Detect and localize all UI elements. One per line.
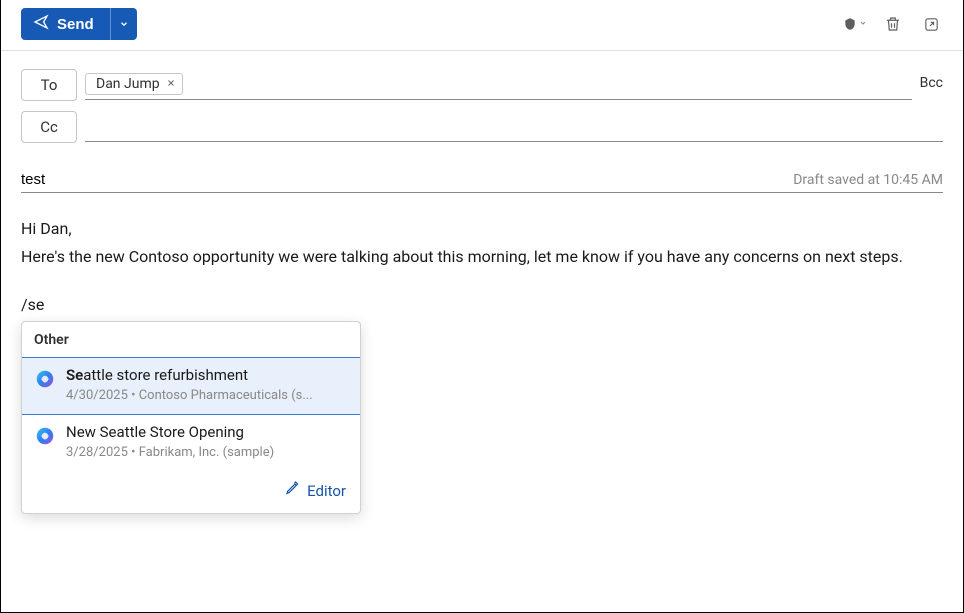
to-field[interactable]: Dan Jump — [85, 70, 912, 100]
popout-button[interactable] — [919, 12, 943, 36]
subject-row: Draft saved at 10:45 AM — [21, 167, 943, 193]
body-paragraph: Here's the new Contoso opportunity we we… — [21, 245, 943, 269]
copilot-icon — [34, 425, 56, 447]
chevron-down-icon — [859, 19, 867, 30]
suggestion-text: New Seattle Store Opening 3/28/2025 • Fa… — [66, 423, 274, 463]
suggestion-text: Seattle store refurbishment 4/30/2025 • … — [66, 366, 313, 406]
discard-button[interactable] — [881, 12, 905, 36]
message-body[interactable]: Hi Dan, Here's the new Contoso opportuni… — [21, 217, 943, 514]
cc-field[interactable] — [85, 112, 943, 142]
suggestion-item[interactable]: New Seattle Store Opening 3/28/2025 • Fa… — [22, 415, 360, 471]
slash-command-input: /se — [21, 293, 943, 317]
cc-button[interactable]: Cc — [21, 111, 77, 143]
recipient-chip-name: Dan Jump — [96, 76, 160, 92]
close-icon[interactable] — [166, 77, 176, 91]
toolbar-right — [843, 12, 943, 36]
send-button[interactable]: Send — [21, 8, 110, 40]
protection-icon[interactable] — [843, 12, 867, 36]
cc-row: Cc — [21, 111, 943, 143]
draft-saved-status: Draft saved at 10:45 AM — [793, 172, 943, 188]
copilot-icon — [34, 368, 56, 390]
compose-toolbar: Send — [1, 0, 963, 51]
editor-link[interactable]: Editor — [22, 470, 360, 513]
send-button-label: Send — [57, 16, 94, 33]
suggestion-title: New Seattle Store Opening — [66, 423, 274, 441]
to-button[interactable]: To — [21, 69, 77, 101]
send-button-group: Send — [21, 8, 137, 40]
editor-icon — [285, 480, 301, 503]
send-dropdown-button[interactable] — [110, 8, 137, 40]
suggestion-subtitle: 4/30/2025 • Contoso Pharmaceuticals (s..… — [66, 386, 313, 406]
recipient-chip[interactable]: Dan Jump — [85, 73, 183, 95]
slash-suggestion-popup: Other Seattle store refurbishment 4/30/2… — [21, 321, 361, 514]
to-row: To Dan Jump Bcc — [21, 69, 943, 101]
bcc-toggle[interactable]: Bcc — [920, 75, 943, 95]
compose-content: To Dan Jump Bcc Cc Draft saved at 10:45 … — [1, 51, 963, 514]
suggestion-subtitle: 3/28/2025 • Fabrikam, Inc. (sample) — [66, 443, 274, 463]
send-icon — [33, 14, 49, 34]
body-greeting: Hi Dan, — [21, 217, 943, 241]
editor-link-label: Editor — [307, 480, 346, 503]
suggestion-section-header: Other — [22, 322, 360, 357]
suggestion-item[interactable]: Seattle store refurbishment 4/30/2025 • … — [21, 357, 361, 415]
suggestion-title: Seattle store refurbishment — [66, 366, 313, 384]
chevron-down-icon — [119, 17, 129, 32]
subject-input[interactable] — [21, 171, 781, 188]
